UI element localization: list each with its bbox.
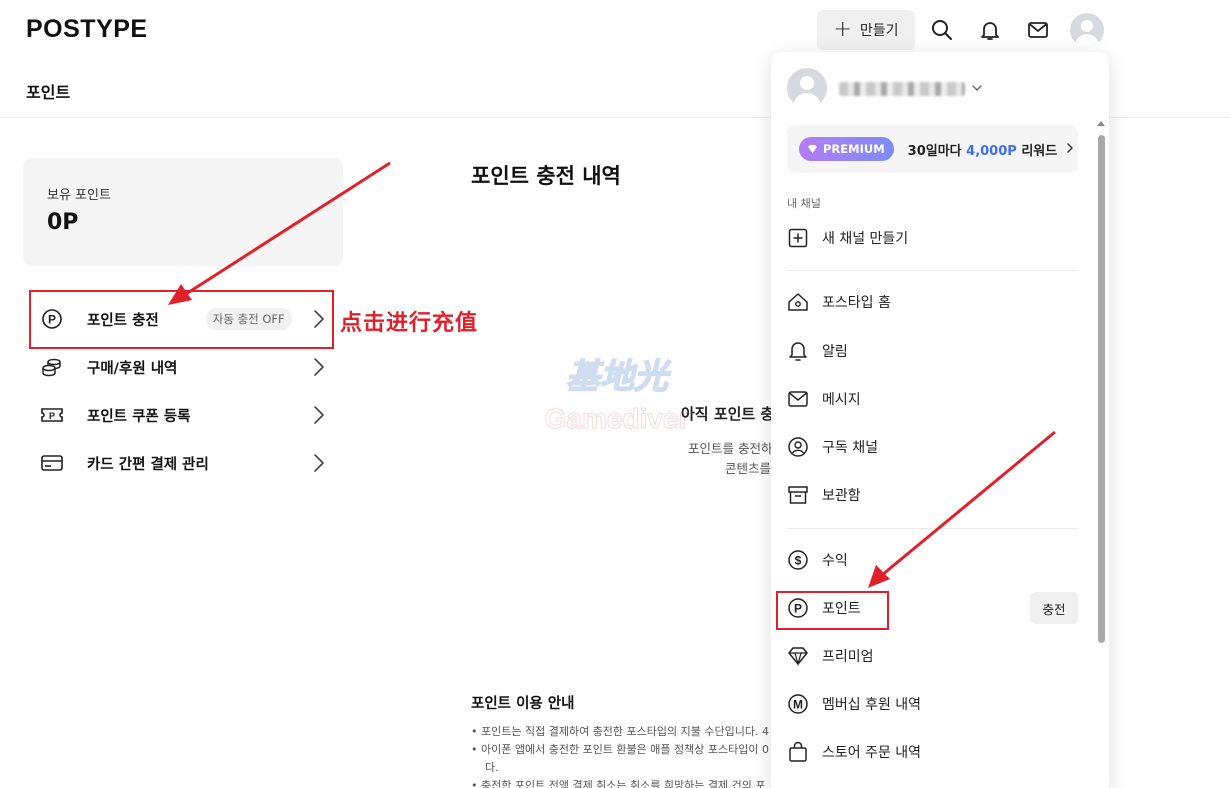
dropdown-item-subscribed-channels[interactable]: 구독 채널 <box>787 432 1078 462</box>
empty-state-line: 포인트를 충전하 <box>688 441 773 456</box>
highlight-box-point-charge <box>29 290 334 349</box>
my-channel-section-label: 내 채널 <box>787 197 821 210</box>
message-mail-icon[interactable] <box>1025 17 1051 43</box>
new-channel-label: 새 채널 만들기 <box>822 231 909 247</box>
dropdown-item-premium[interactable]: 프리미엄 <box>787 641 1078 671</box>
svg-text:Gamediver: Gamediver <box>545 403 690 434</box>
svg-text:P: P <box>49 411 55 421</box>
menu-item-label: 포인트 쿠폰 등록 <box>87 408 191 425</box>
archive-icon <box>787 484 809 506</box>
create-button-label: 만들기 <box>859 23 899 39</box>
user-avatar[interactable] <box>1070 13 1104 47</box>
chevron-right-icon <box>312 451 326 479</box>
home-icon <box>787 291 809 313</box>
bell-icon <box>787 340 809 362</box>
menu-item-card-payment[interactable]: 카드 간편 결제 관리 <box>40 448 326 478</box>
dropdown-item-notifications[interactable]: 알림 <box>787 336 1078 366</box>
dropdown-item-membership-history[interactable]: M 멤버십 후원 내역 <box>787 689 1078 719</box>
shopping-bag-icon <box>787 741 809 763</box>
svg-text:$: $ <box>795 554 802 568</box>
chevron-down-icon[interactable] <box>971 80 983 100</box>
annotation-text: 点击进行充值 <box>340 311 479 336</box>
dropdown-avatar[interactable] <box>787 68 827 108</box>
dropdown-item-archive[interactable]: 보관함 <box>787 480 1078 510</box>
create-button[interactable]: + 만들기 <box>817 10 915 50</box>
subscribed-channel-icon <box>787 436 809 458</box>
dropdown-divider <box>787 270 1078 271</box>
menu-item-label: 카드 간편 결제 관리 <box>87 456 209 473</box>
dropdown-item-home[interactable]: 포스타입 홈 <box>787 287 1078 317</box>
point-guide-title: 포인트 이용 안내 <box>471 696 575 712</box>
diamond-icon <box>808 145 817 153</box>
point-balance-card: 보유 포인트 0P <box>23 158 343 266</box>
svg-text:M: M <box>793 698 803 712</box>
blurred-username[interactable] <box>839 82 965 96</box>
chevron-right-icon <box>312 355 326 383</box>
guide-list-item: • 아이폰 앱에서 충전한 포인트 환불은 애플 정책상 포스타입이 0 <box>471 743 769 756</box>
coupon-icon: P <box>40 403 64 427</box>
guide-list-item: • 포인트는 직접 결제하여 충전한 포스타입의 지불 수단입니다. 4 <box>471 725 769 738</box>
dropdown-item-revenue[interactable]: $ 수익 <box>787 545 1078 575</box>
plus-square-icon <box>787 227 809 249</box>
plus-icon: + <box>833 17 852 42</box>
profile-dropdown-menu: PREMIUM 30일마다 4,000P 리워드 내 채널 새 채널 만들기 포… <box>771 52 1109 788</box>
new-channel-item[interactable]: 새 채널 만들기 <box>787 223 1078 253</box>
guide-list-item-continued: 다. <box>485 761 499 774</box>
postype-logo[interactable]: POSTYPE <box>26 15 148 44</box>
empty-state-title: 아직 포인트 충 <box>681 405 775 423</box>
card-icon <box>40 451 64 475</box>
premium-reward-text: 30일마다 4,000P 리워드 <box>907 143 1058 159</box>
scrollbar-up-arrow[interactable] <box>1097 121 1105 126</box>
charge-history-title: 포인트 충전 내역 <box>471 164 621 188</box>
highlight-box-point-menu <box>776 591 889 630</box>
guide-list-item: • 충전한 포인트 전액 결제 취소는 취소를 희망하는 결제 건의 포 <box>471 779 766 788</box>
search-icon[interactable] <box>929 17 955 43</box>
svg-text:基地光: 基地光 <box>566 357 672 397</box>
notification-bell-icon[interactable] <box>977 17 1003 43</box>
dropdown-divider <box>787 528 1078 529</box>
dropdown-item-store-orders[interactable]: 스토어 주문 내역 <box>787 737 1078 767</box>
empty-state-line: 콘텐츠를 <box>725 461 772 476</box>
premium-badge: PREMIUM <box>799 137 894 161</box>
balance-label: 보유 포인트 <box>47 188 111 203</box>
charge-button[interactable]: 충전 <box>1030 592 1078 624</box>
watermark-logo: 基地光 Gamediver <box>544 356 690 434</box>
coins-icon <box>40 355 64 379</box>
mail-icon <box>787 388 809 410</box>
balance-value: 0P <box>47 210 79 235</box>
menu-item-coupon-register[interactable]: P 포인트 쿠폰 등록 <box>40 400 326 430</box>
page-title: 포인트 <box>26 83 71 102</box>
chevron-right-icon <box>1065 140 1075 159</box>
dollar-icon: $ <box>787 549 809 571</box>
menu-item-label: 구매/후원 내역 <box>87 360 178 377</box>
menu-item-purchase-history[interactable]: 구매/후원 내역 <box>40 352 326 382</box>
dropdown-scrollbar[interactable] <box>1098 135 1105 643</box>
premium-promo-banner[interactable]: PREMIUM 30일마다 4,000P 리워드 <box>787 125 1078 173</box>
dropdown-item-messages[interactable]: 메시지 <box>787 384 1078 414</box>
chevron-right-icon <box>312 403 326 431</box>
membership-m-icon: M <box>787 693 809 715</box>
diamond-icon <box>787 645 809 667</box>
